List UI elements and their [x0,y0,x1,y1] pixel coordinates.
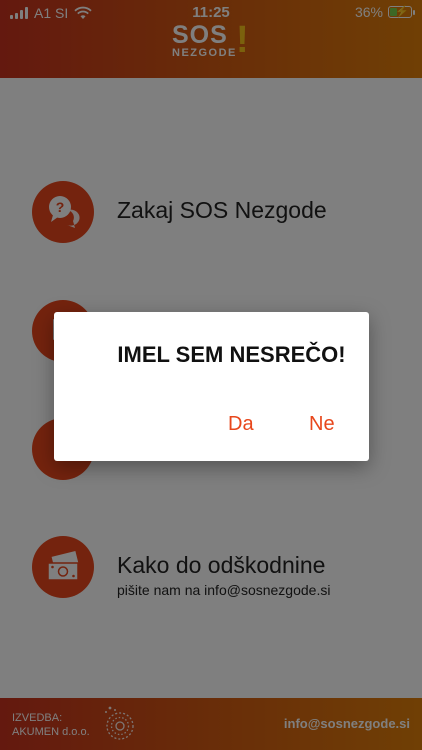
app-screen: A1 SI 11:25 36% ⚡ SOS ! NEZGODE [0,0,422,750]
no-button[interactable]: Ne [309,410,335,438]
dialog-title: IMEL SEM NESREČO! [117,342,346,367]
yes-button[interactable]: Da [228,410,254,438]
accident-dialog: IMEL SEM NESREČO! Da Ne [54,312,369,461]
